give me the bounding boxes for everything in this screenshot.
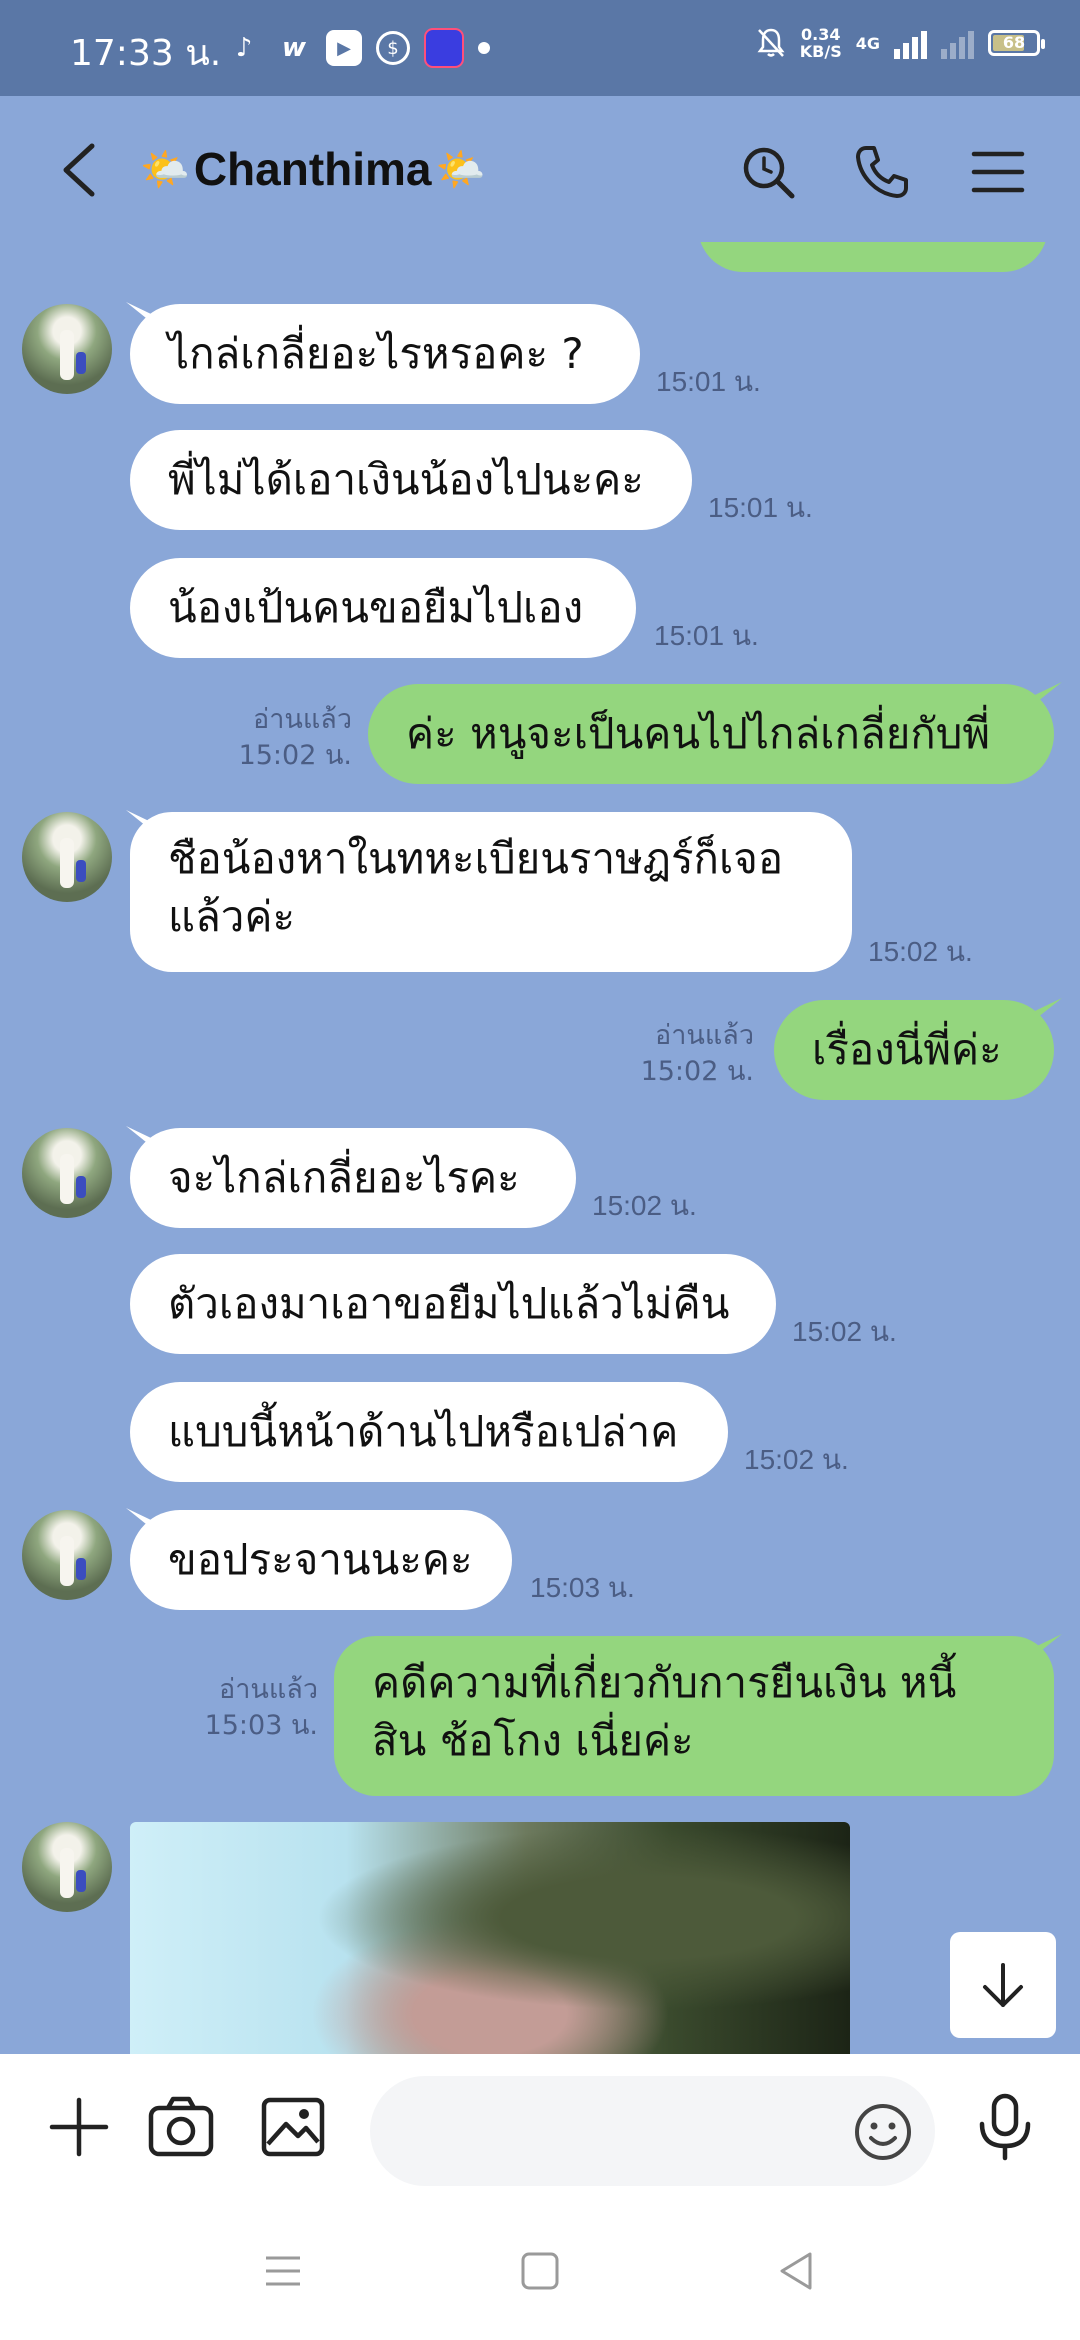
read-status: อ่านแล้ว <box>219 1674 318 1705</box>
scroll-to-bottom-button[interactable] <box>950 1932 1056 2038</box>
signal-icon <box>894 27 927 59</box>
message-text: พี่ไม่ได้เอาเงินน้องไปนะคะ <box>168 455 644 504</box>
message-text-line: แล้วค่ะ <box>168 892 296 941</box>
read-status: อ่านแล้ว <box>253 704 352 735</box>
system-nav-bar <box>0 2204 1080 2340</box>
sun-cloud-emoji-icon: 🌤️ <box>435 146 486 193</box>
net-speed: 0.34 KB/S <box>799 25 842 61</box>
camera-icon[interactable] <box>146 2092 216 2162</box>
microphone-icon[interactable] <box>970 2092 1040 2162</box>
battery-icon: 68 <box>988 30 1045 56</box>
youtube-icon: ▶ <box>326 30 362 66</box>
status-bar: 17:33 น. ♪ w ▶ $ 0.34 KB/S 4G 68 <box>0 0 1080 96</box>
message-bubble[interactable]: เรื่องนี่พี่ค่ะ <box>774 1000 1054 1100</box>
message-text-line: คดีความที่เกี่ยวกับการยืนเงิน หนี้ <box>372 1658 957 1707</box>
tiktok-icon: ♪ <box>235 33 253 63</box>
message-bubble[interactable]: คดีความที่เกี่ยวกับการยืนเงิน หนี้ สิน ช… <box>334 1636 1054 1796</box>
image-icon[interactable] <box>258 2092 328 2162</box>
plus-icon[interactable] <box>44 2092 114 2162</box>
mute-bell-icon <box>757 28 785 57</box>
message-bubble[interactable]: ชือน้องหาในทหะเบียนราษฎร์ก็เจอ แล้วค่ะ <box>130 812 852 972</box>
message-receipt: อ่านแล้ว 15:02 น. <box>632 1018 754 1090</box>
message-text: น้องเป้นคนขอยืมไปเอง <box>168 583 584 632</box>
hamburger-menu-icon[interactable] <box>968 142 1028 202</box>
notification-icons: ♪ w ▶ $ <box>226 28 490 68</box>
message-time: 15:02 น. <box>640 1056 754 1087</box>
message-text: ไกล่เกลี่ยอะไรหรอคะ ? <box>168 329 584 378</box>
message-text: เรื่องนี่พี่ค่ะ <box>812 1025 1002 1074</box>
message-time: 15:02 น. <box>744 1444 849 1475</box>
arrow-down-icon <box>983 1963 1023 2007</box>
back-icon[interactable] <box>772 2246 822 2296</box>
message-text-line: สิน ช้อโกง เนี่ยค่ะ <box>372 1716 694 1765</box>
read-status: อ่านแล้ว <box>655 1020 754 1051</box>
lazada-icon <box>424 28 464 68</box>
message-text: ตัวเองมาเอาขอยืมไปแล้วไม่คืน <box>168 1279 730 1328</box>
contact-avatar[interactable] <box>22 1510 112 1600</box>
contact-avatar[interactable] <box>22 1128 112 1218</box>
message-text: ค่ะ หนูจะเป็นคนไปไกล่เกลี่ยกับพี่ <box>406 709 991 758</box>
message-receipt: อ่านแล้ว 15:03 น. <box>196 1672 318 1744</box>
contact-avatar[interactable] <box>22 812 112 902</box>
message-input[interactable] <box>400 2076 834 2188</box>
message-text: ขอประจานนะคะ <box>168 1535 473 1584</box>
emoji-icon[interactable] <box>853 2102 913 2162</box>
message-bubble[interactable]: ไกล่เกลี่ยอะไรหรอคะ ? <box>130 304 640 404</box>
message-bubble[interactable]: น้องเป้นคนขอยืมไปเอง <box>130 558 636 658</box>
message-time: 15:02 น. <box>792 1316 897 1347</box>
message-time: 15:03 น. <box>204 1710 318 1741</box>
message-time: 15:02 น. <box>868 936 973 967</box>
battery-level: 68 <box>1002 33 1026 52</box>
shopee-icon: $ <box>376 31 410 65</box>
message-bubble[interactable]: แบบนี้หน้าด้านไปหรือเปล่าค <box>130 1382 728 1482</box>
message-bubble[interactable]: พี่ไม่ได้เอาเงินน้องไปนะคะ <box>130 430 692 530</box>
message-time: 15:01 น. <box>656 366 761 397</box>
phone-icon[interactable] <box>852 142 912 202</box>
status-time: 17:33 น. <box>70 33 222 74</box>
previous-message-bubble[interactable] <box>698 242 1048 272</box>
message-bubble[interactable]: ตัวเองมาเอาขอยืมไปแล้วไม่คืน <box>130 1254 776 1354</box>
message-time: 15:01 น. <box>654 620 759 651</box>
webtoon-icon: w <box>281 33 307 63</box>
contact-name: Chanthima <box>193 143 432 195</box>
image-message[interactable] <box>130 1822 850 2054</box>
sun-cloud-emoji-icon: 🌤️ <box>140 146 190 193</box>
chat-messages-area[interactable]: ไกล่เกลี่ยอะไรหรอคะ ? 15:01 น. พี่ไม่ได้… <box>0 242 1080 2054</box>
message-receipt: อ่านแล้ว 15:02 น. <box>232 702 352 774</box>
chat-header: 🌤️ Chanthima 🌤️ <box>0 96 1080 242</box>
message-time: 15:02 น. <box>238 740 352 771</box>
home-icon[interactable] <box>515 2246 565 2296</box>
message-bubble[interactable]: ค่ะ หนูจะเป็นคนไปไกล่เกลี่ยกับพี่ <box>368 684 1054 784</box>
message-time: 15:01 น. <box>708 492 813 523</box>
contact-avatar[interactable] <box>22 304 112 394</box>
network-type: 4G <box>855 33 880 53</box>
chat-title[interactable]: 🌤️ Chanthima 🌤️ <box>140 142 485 196</box>
message-time: 15:02 น. <box>592 1190 697 1221</box>
message-time: 15:03 น. <box>530 1572 635 1603</box>
back-arrow-icon[interactable] <box>52 140 112 200</box>
search-icon[interactable] <box>738 142 798 202</box>
message-text: จะไกล่เกลี่ยอะไรคะ <box>168 1153 520 1202</box>
message-text: แบบนี้หน้าด้านไปหรือเปล่าค <box>168 1407 679 1456</box>
message-input-bar <box>0 2054 1080 2204</box>
message-text-line: ชือน้องหาในทหะเบียนราษฎร์ก็เจอ <box>168 834 784 883</box>
message-bubble[interactable]: ขอประจานนะคะ <box>130 1510 512 1610</box>
message-bubble[interactable]: จะไกล่เกลี่ยอะไรคะ <box>130 1128 576 1228</box>
signal-2-icon <box>941 27 974 59</box>
more-notifications-dot <box>478 42 490 54</box>
system-status: 0.34 KB/S 4G 68 <box>756 25 1045 61</box>
contact-avatar[interactable] <box>22 1822 112 1912</box>
message-input-field[interactable] <box>370 2076 935 2188</box>
recent-apps-icon[interactable] <box>258 2246 308 2296</box>
